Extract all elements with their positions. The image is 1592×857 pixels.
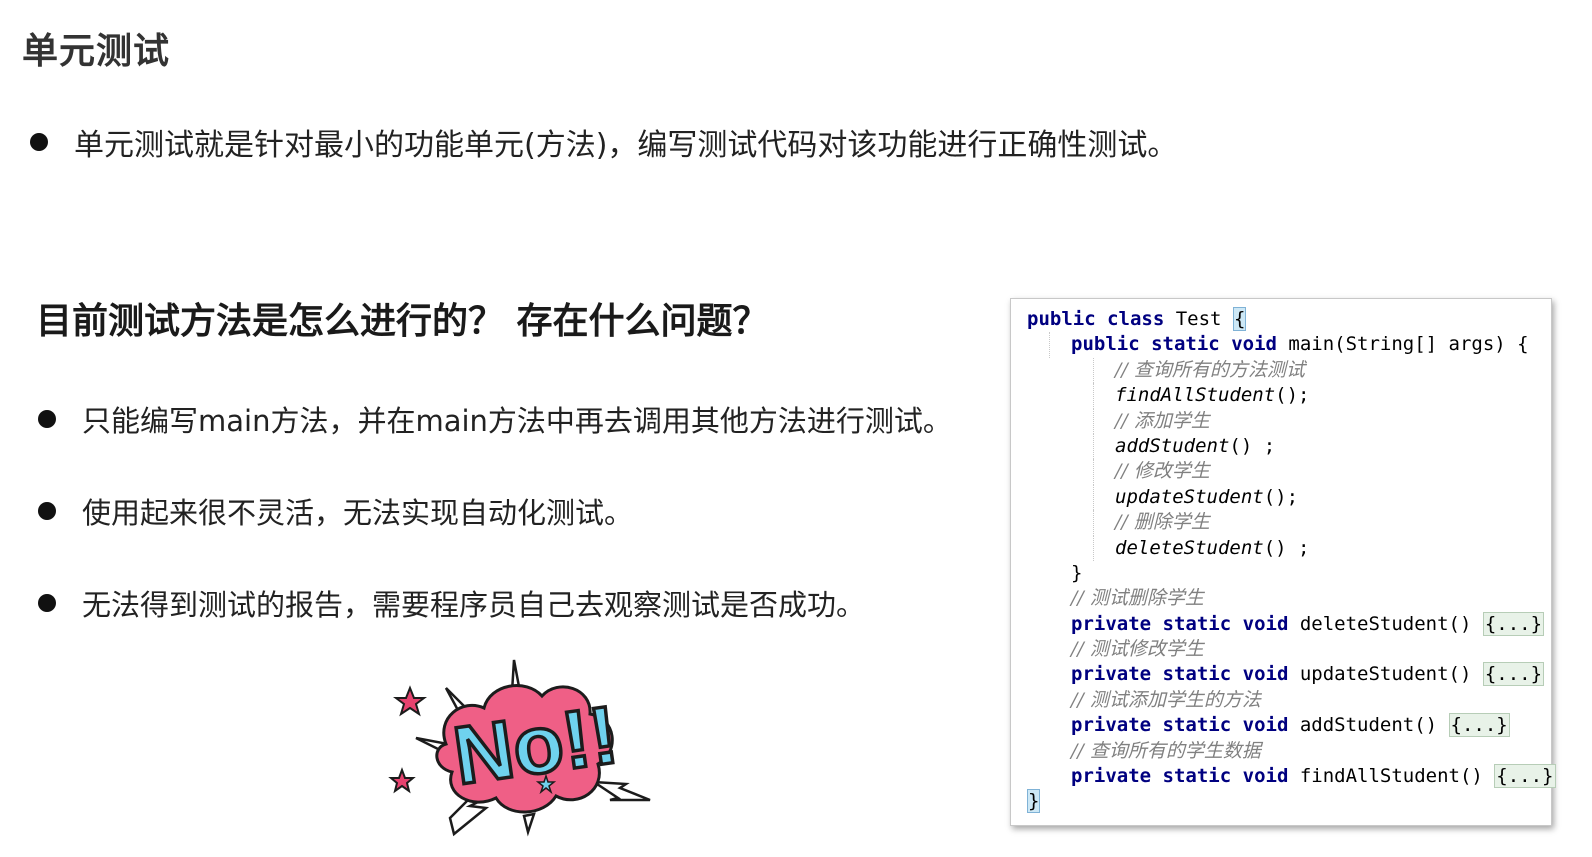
indent-guide bbox=[1049, 332, 1050, 358]
intro-text: 单元测试就是针对最小的功能单元(方法)，编写测试代码对该功能进行正确性测试。 bbox=[74, 128, 1178, 163]
code-comment-line: // 测试删除学生 bbox=[1027, 586, 1551, 611]
code-line-main-close: } bbox=[1027, 561, 1551, 586]
indent-guide bbox=[1093, 535, 1094, 561]
fold-toggle[interactable]: {...} bbox=[1494, 764, 1556, 789]
bullet-dot bbox=[38, 594, 56, 612]
code-comment-line: // 修改学生 bbox=[1027, 459, 1551, 485]
call-tail: (); bbox=[1275, 384, 1310, 407]
code-comment: // 修改学生 bbox=[1115, 460, 1210, 483]
code-panel: public class Test { public static void m… bbox=[1010, 298, 1556, 826]
fold-toggle[interactable]: {...} bbox=[1482, 662, 1545, 687]
fold-toggle[interactable]: {...} bbox=[1482, 611, 1545, 636]
code-comment: // 查询所有的学生数据 bbox=[1071, 739, 1261, 762]
code-keyword: class bbox=[1107, 308, 1165, 330]
call-tail: () ; bbox=[1263, 536, 1310, 559]
indent-guide bbox=[1093, 484, 1094, 511]
code-keyword: static bbox=[1151, 333, 1220, 356]
code-keyword: void bbox=[1242, 612, 1289, 635]
code-call-line: findAllStudent(); bbox=[1027, 383, 1551, 409]
fold-toggle[interactable]: {...} bbox=[1448, 713, 1510, 738]
star-icon bbox=[393, 685, 427, 717]
code-keyword: static bbox=[1162, 765, 1232, 788]
code-call-line: updateStudent(); bbox=[1027, 484, 1551, 511]
list-item: 无法得到测试的报告，需要程序员自己去观察测试是否成功。 bbox=[38, 582, 865, 624]
method-call: addStudent bbox=[1115, 434, 1230, 457]
code-comment: // 查询所有的方法测试 bbox=[1115, 358, 1305, 381]
code-keyword: void bbox=[1231, 333, 1277, 356]
indent-guide bbox=[1093, 357, 1094, 384]
ray bbox=[522, 812, 536, 837]
code-keyword: void bbox=[1242, 663, 1289, 686]
method-signature: addStudent() bbox=[1288, 714, 1449, 737]
bullet-dot bbox=[38, 410, 56, 428]
call-tail: (); bbox=[1263, 485, 1299, 508]
lightning-icon bbox=[589, 780, 651, 802]
bullet-dot bbox=[38, 502, 56, 520]
indent-guide bbox=[1093, 459, 1094, 485]
issue-text: 无法得到测试的报告，需要程序员自己去观察测试是否成功。 bbox=[82, 588, 866, 622]
page-title: 单元测试 bbox=[22, 31, 171, 72]
code-keyword: public bbox=[1027, 308, 1096, 330]
code-comment: // 测试删除学生 bbox=[1071, 587, 1204, 610]
code-comment-line: // 测试添加学生的方法 bbox=[1027, 688, 1551, 713]
code-method-line: private static void findAllStudent() {..… bbox=[1027, 764, 1556, 789]
indent-guide bbox=[1093, 383, 1094, 409]
question-heading: 目前测试方法是怎么进行的？ 存在什么问题？ bbox=[36, 301, 769, 342]
code-keyword: static bbox=[1162, 663, 1232, 686]
indent-guide bbox=[1093, 408, 1094, 434]
brace-highlight: } bbox=[1027, 789, 1041, 814]
code-call-line: deleteStudent() ; bbox=[1027, 535, 1551, 561]
closing-brace: } bbox=[1071, 561, 1083, 584]
code-comment: // 测试添加学生的方法 bbox=[1071, 688, 1261, 711]
code-comment: // 测试修改学生 bbox=[1071, 638, 1204, 661]
no-sticker-illustration: No!! bbox=[388, 659, 651, 837]
main-signature: main(String[] args) { bbox=[1276, 333, 1529, 356]
code-keyword: private bbox=[1071, 765, 1152, 788]
code-call-line: addStudent() ; bbox=[1027, 433, 1551, 460]
code-comment-line: // 查询所有的学生数据 bbox=[1027, 739, 1551, 764]
code-comment-line: // 查询所有的方法测试 bbox=[1027, 357, 1551, 384]
method-signature: findAllStudent() bbox=[1288, 765, 1495, 788]
list-item: 只能编写main方法，并在main方法中再去调用其他方法进行测试。 bbox=[38, 398, 952, 440]
code-keyword: public bbox=[1071, 333, 1140, 356]
code-keyword: void bbox=[1242, 765, 1289, 788]
star-icon bbox=[388, 767, 416, 794]
method-call: findAllStudent bbox=[1115, 384, 1276, 407]
code-comment-line: // 添加学生 bbox=[1027, 408, 1551, 434]
method-call: updateStudent bbox=[1115, 485, 1264, 508]
code-comment-line: // 删除学生 bbox=[1027, 510, 1551, 536]
code-line-main-decl: public static void main(String[] args) { bbox=[1027, 332, 1551, 358]
code-comment: // 添加学生 bbox=[1115, 409, 1210, 432]
code-method-line: private static void addStudent() {...} bbox=[1027, 713, 1551, 738]
code-comment: // 删除学生 bbox=[1115, 511, 1210, 534]
code-method-line: private static void deleteStudent() {...… bbox=[1027, 611, 1551, 637]
code-comment-line: // 测试修改学生 bbox=[1027, 637, 1551, 662]
bullet-dot bbox=[30, 133, 48, 151]
code-keyword: private bbox=[1071, 663, 1152, 686]
intro-bullet: 单元测试就是针对最小的功能单元(方法)，编写测试代码对该功能进行正确性测试。 bbox=[30, 120, 1177, 164]
code-keyword: static bbox=[1162, 714, 1232, 737]
code-line-class-decl: public class Test { bbox=[1027, 307, 1551, 332]
method-call: deleteStudent bbox=[1115, 536, 1264, 559]
code-keyword: private bbox=[1071, 612, 1152, 635]
brace-highlight: { bbox=[1232, 307, 1247, 331]
code-method-line: private static void updateStudent() {...… bbox=[1027, 662, 1551, 687]
method-signature: updateStudent() bbox=[1288, 663, 1483, 686]
code-line-class-close: } bbox=[1027, 789, 1551, 814]
indent-guide bbox=[1093, 433, 1094, 460]
code-keyword: static bbox=[1162, 612, 1232, 635]
code-keyword: void bbox=[1242, 714, 1289, 737]
issue-text: 使用起来很不灵活，无法实现自动化测试。 bbox=[82, 496, 634, 530]
issue-text: 只能编写main方法，并在main方法中再去调用其他方法进行测试。 bbox=[82, 404, 952, 438]
class-name: Test bbox=[1164, 308, 1233, 330]
code-keyword: private bbox=[1071, 714, 1152, 737]
list-item: 使用起来很不灵活，无法实现自动化测试。 bbox=[38, 490, 633, 532]
call-tail: () ; bbox=[1229, 434, 1276, 457]
method-signature: deleteStudent() bbox=[1288, 612, 1483, 635]
indent-guide bbox=[1093, 510, 1094, 536]
